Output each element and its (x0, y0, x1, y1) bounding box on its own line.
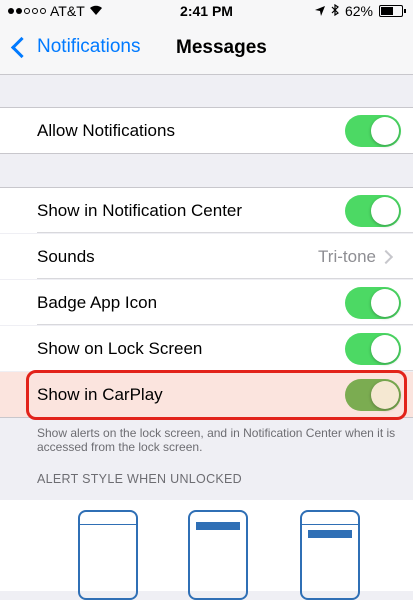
cell-allow-notifications: Allow Notifications (0, 108, 413, 153)
carplay-label: Show in CarPlay (37, 385, 163, 404)
alert-style-banners[interactable] (188, 510, 248, 600)
alert-style-header: ALERT STYLE WHEN UNLOCKED (37, 472, 243, 486)
lock-screen-toggle[interactable] (345, 333, 401, 365)
alert-style-none[interactable] (78, 510, 138, 600)
page-title: Messages (176, 37, 267, 58)
carplay-toggle[interactable] (345, 379, 401, 411)
group-divider (0, 417, 413, 418)
sounds-label: Sounds (37, 247, 95, 266)
group-divider (0, 153, 413, 154)
location-icon (314, 3, 325, 19)
status-right: 62% (314, 3, 406, 19)
lock-screen-label: Show on Lock Screen (37, 339, 203, 358)
cell-show-on-lock-screen: Show on Lock Screen (0, 326, 413, 371)
sounds-value: Tri-tone (318, 247, 376, 266)
badge-app-icon-label: Badge App Icon (37, 293, 158, 312)
notification-center-label: Show in Notification Center (37, 201, 243, 220)
back-button-label: Notifications (37, 36, 141, 57)
navigation-bar: Notifications Messages (0, 22, 413, 75)
alert-style-alerts[interactable] (300, 510, 360, 600)
notification-center-toggle[interactable] (345, 195, 401, 227)
back-button[interactable]: Notifications (8, 36, 141, 58)
lock-screen-footer: Show alerts on the lock screen, and in N… (37, 426, 396, 454)
chevron-right-icon (378, 249, 394, 265)
status-bar: AT&T 2:41 PM 62% (0, 0, 413, 22)
chevron-left-icon (10, 36, 33, 58)
allow-notifications-toggle[interactable] (345, 115, 401, 147)
cell-show-in-notification-center: Show in Notification Center (0, 188, 413, 233)
allow-notifications-label: Allow Notifications (37, 121, 175, 140)
battery-percent: 62% (344, 3, 373, 19)
cell-sounds[interactable]: Sounds Tri-tone (0, 234, 413, 279)
bluetooth-icon (331, 3, 339, 19)
battery-icon (379, 5, 406, 17)
cell-badge-app-icon: Badge App Icon (0, 280, 413, 325)
alert-style-picker (0, 500, 413, 600)
badge-app-icon-toggle[interactable] (345, 287, 401, 319)
cell-show-in-carplay: Show in CarPlay (0, 372, 413, 417)
